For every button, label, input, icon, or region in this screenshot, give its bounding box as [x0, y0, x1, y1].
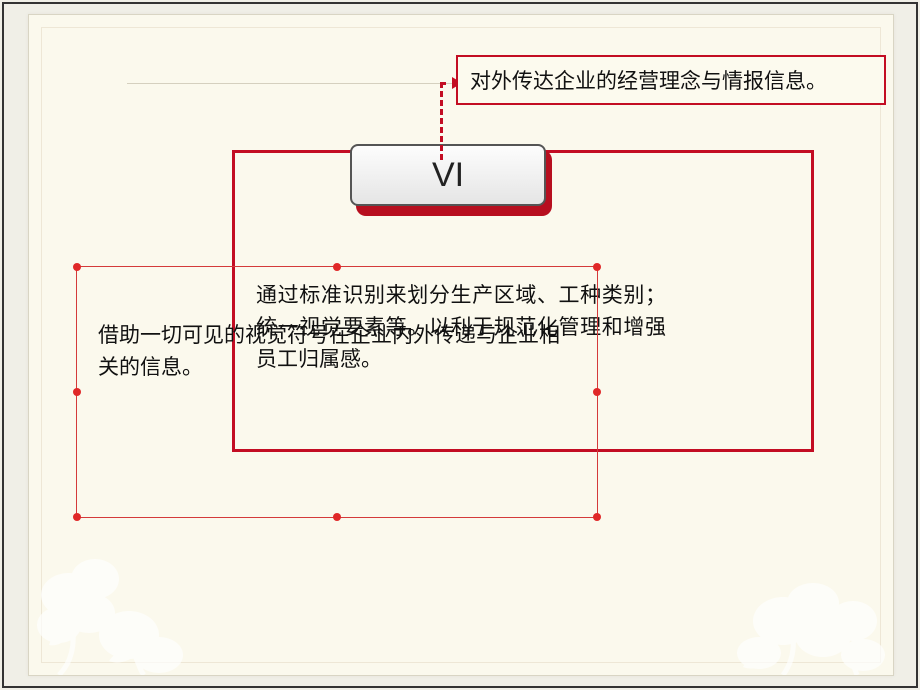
- resize-handle-top-middle[interactable]: [333, 263, 341, 271]
- resize-handle-bottom-right[interactable]: [593, 513, 601, 521]
- slide: 通过标准识别来划分生产区域、工种类别；统一视觉要素等。以利于规范化管理和增强员工…: [0, 0, 920, 690]
- flower-decoration-left: [29, 495, 199, 675]
- leader-vertical: [440, 82, 443, 160]
- resize-handle-bottom-left[interactable]: [73, 513, 81, 521]
- selection-rectangle[interactable]: [76, 266, 598, 518]
- callout-box: 对外传达企业的经营理念与情报信息。: [456, 55, 886, 105]
- resize-handle-top-left[interactable]: [73, 263, 81, 271]
- selection-text[interactable]: 借助一切可见的视觉符号在企业内外传递与企业相关的信息。: [98, 320, 578, 384]
- resize-handle-left-middle[interactable]: [73, 388, 81, 396]
- resize-handle-bottom-middle[interactable]: [333, 513, 341, 521]
- resize-handle-right-middle[interactable]: [593, 388, 601, 396]
- callout-text: 对外传达企业的经营理念与情报信息。: [470, 65, 827, 95]
- flower-decoration-right: [723, 495, 893, 675]
- resize-handle-top-right[interactable]: [593, 263, 601, 271]
